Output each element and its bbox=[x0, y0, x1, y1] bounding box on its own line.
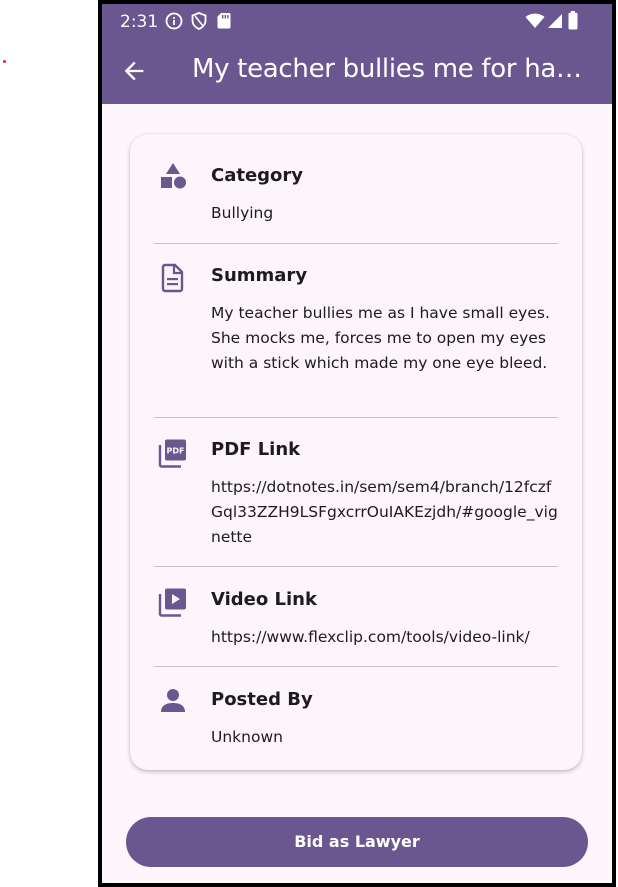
pdf-icon: PDF bbox=[158, 439, 186, 468]
posted-by-value: Unknown bbox=[211, 728, 283, 746]
svg-text:PDF: PDF bbox=[167, 447, 185, 456]
back-arrow-icon[interactable] bbox=[120, 57, 148, 85]
pdf-link-value[interactable]: https://dotnotes.in/sem/sem4/branch/12fc… bbox=[211, 475, 561, 550]
phone-frame: 2:31 My teacher bullies me for havin Cat… bbox=[98, 0, 616, 887]
video-library-icon bbox=[158, 588, 186, 617]
category-value: Bullying bbox=[211, 204, 274, 222]
posted-by-label: Posted By bbox=[211, 689, 313, 710]
sd-card-icon bbox=[217, 13, 231, 29]
app-screen: 2:31 My teacher bullies me for havin Cat… bbox=[102, 4, 612, 883]
app-bar: My teacher bullies me for having small e… bbox=[102, 38, 612, 104]
status-bar: 2:31 bbox=[102, 4, 612, 38]
category-shapes-icon bbox=[161, 163, 186, 189]
stray-red-dot bbox=[3, 60, 6, 63]
summary-value: My teacher bullies me as I have small ey… bbox=[211, 304, 550, 372]
video-link-value[interactable]: https://www.flexclip.com/tools/video-lin… bbox=[211, 625, 571, 650]
page-title: My teacher bullies me for having small e… bbox=[192, 54, 597, 84]
summary-label: Summary bbox=[211, 265, 308, 286]
battery-icon bbox=[568, 11, 578, 30]
complaint-details-card: Category Bullying Summary My teacher bul… bbox=[130, 134, 582, 770]
document-icon bbox=[161, 263, 184, 293]
signal-icon bbox=[548, 14, 562, 28]
category-label: Category bbox=[211, 165, 304, 186]
wifi-icon bbox=[525, 13, 545, 28]
shield-icon bbox=[191, 12, 207, 30]
divider bbox=[154, 566, 558, 567]
divider bbox=[154, 243, 558, 244]
divider bbox=[154, 417, 558, 418]
video-link-label: Video Link bbox=[211, 589, 317, 610]
divider bbox=[154, 666, 558, 667]
person-icon bbox=[161, 689, 185, 712]
pdf-link-label: PDF Link bbox=[211, 439, 301, 460]
info-icon bbox=[165, 12, 183, 30]
status-time: 2:31 bbox=[120, 12, 159, 32]
bid-as-lawyer-button[interactable]: Bid as Lawyer bbox=[126, 817, 588, 867]
